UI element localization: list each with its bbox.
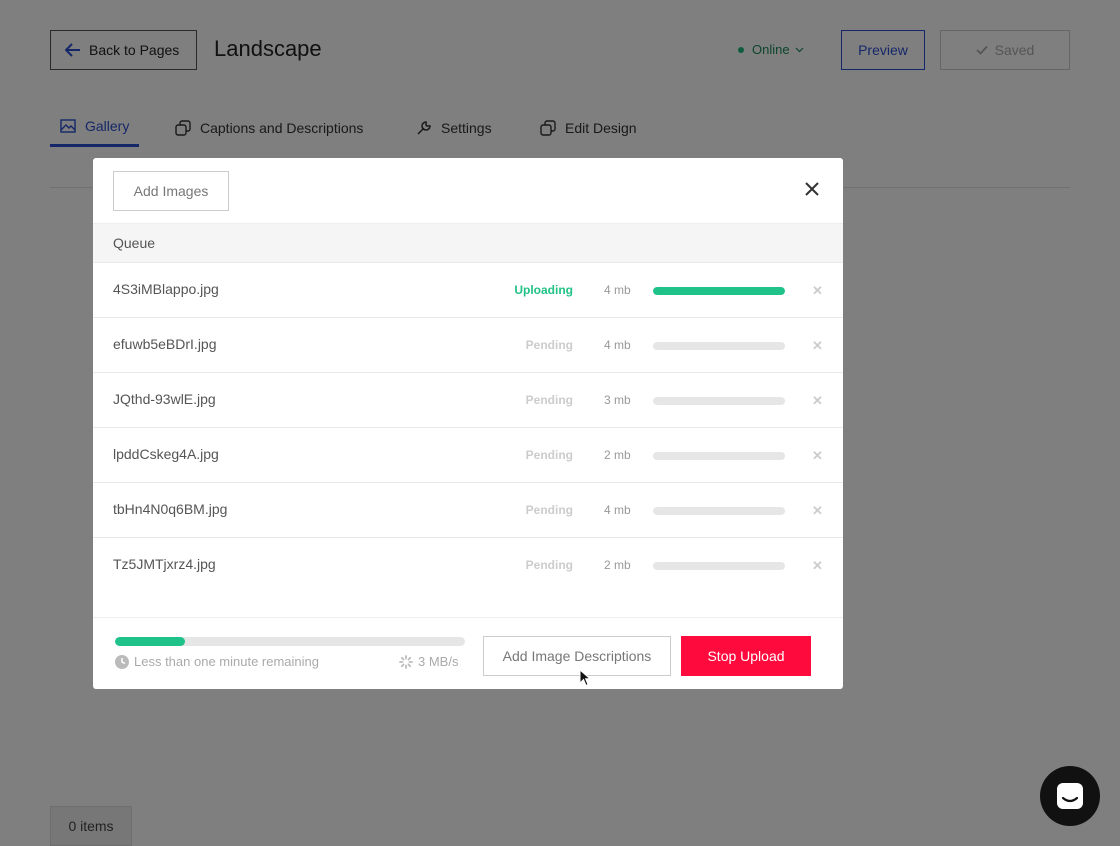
mouse-cursor-icon xyxy=(579,669,591,687)
close-icon[interactable] xyxy=(803,180,821,198)
file-status: Pending xyxy=(525,503,573,517)
chat-icon xyxy=(1057,783,1083,809)
remove-file-icon[interactable]: ✕ xyxy=(812,558,823,574)
file-name: tbHn4N0q6BM.jpg xyxy=(113,501,228,517)
file-status: Uploading xyxy=(514,283,573,297)
upload-speed-label: 3 MB/s xyxy=(418,654,459,669)
spinner-icon xyxy=(399,654,413,669)
remove-file-icon[interactable]: ✕ xyxy=(812,448,823,464)
add-image-descriptions-button[interactable]: Add Image Descriptions xyxy=(483,636,671,676)
queue-row: Tz5JMTjxrz4.jpg Pending 2 mb ✕ xyxy=(93,538,843,593)
file-status: Pending xyxy=(525,338,573,352)
file-progress-bar xyxy=(653,562,785,570)
file-status: Pending xyxy=(525,558,573,572)
file-progress-bar xyxy=(653,452,785,460)
file-size: 4 mb xyxy=(604,338,631,352)
file-progress-bar xyxy=(653,507,785,515)
file-progress-bar xyxy=(653,287,785,295)
file-status: Pending xyxy=(525,448,573,462)
file-size: 3 mb xyxy=(604,393,631,407)
file-name: Tz5JMTjxrz4.jpg xyxy=(113,556,216,572)
queue-row: efuwb5eBDrI.jpg Pending 4 mb ✕ xyxy=(93,318,843,373)
file-size: 4 mb xyxy=(604,503,631,517)
file-progress-bar xyxy=(653,342,785,350)
time-remaining: Less than one minute remaining xyxy=(115,654,319,669)
file-name: JQthd-93wlE.jpg xyxy=(113,391,216,407)
file-name: efuwb5eBDrI.jpg xyxy=(113,336,217,352)
add-images-button[interactable]: Add Images xyxy=(113,171,229,211)
remove-file-icon[interactable]: ✕ xyxy=(812,338,823,354)
queue-row: JQthd-93wlE.jpg Pending 3 mb ✕ xyxy=(93,373,843,428)
queue-header: Queue xyxy=(93,223,843,263)
chat-launcher-button[interactable] xyxy=(1040,766,1100,826)
file-name: 4S3iMBlappo.jpg xyxy=(113,281,219,297)
stop-upload-button[interactable]: Stop Upload xyxy=(681,636,811,676)
file-progress-fill xyxy=(653,287,785,295)
file-name: lpddCskeg4A.jpg xyxy=(113,446,219,462)
queue-row: tbHn4N0q6BM.jpg Pending 4 mb ✕ xyxy=(93,483,843,538)
queue-list: 4S3iMBlappo.jpg Uploading 4 mb ✕ efuwb5e… xyxy=(93,263,843,617)
time-remaining-label: Less than one minute remaining xyxy=(134,654,320,669)
modal-header: Add Images xyxy=(93,158,843,223)
queue-row: lpddCskeg4A.jpg Pending 2 mb ✕ xyxy=(93,428,843,483)
clock-icon xyxy=(115,654,129,669)
remove-file-icon[interactable]: ✕ xyxy=(812,393,823,409)
total-progress-bar xyxy=(115,637,465,646)
total-progress-fill xyxy=(115,637,185,646)
upload-modal: Add Images Queue 4S3iMBlappo.jpg Uploadi… xyxy=(93,158,843,689)
upload-speed: 3 MB/s xyxy=(399,654,458,669)
file-size: 2 mb xyxy=(604,558,631,572)
file-progress-bar xyxy=(653,397,785,405)
file-status: Pending xyxy=(525,393,573,407)
modal-footer: Less than one minute remaining 3 MB/s Ad… xyxy=(93,617,843,689)
queue-row: 4S3iMBlappo.jpg Uploading 4 mb ✕ xyxy=(93,263,843,318)
remove-file-icon[interactable]: ✕ xyxy=(812,503,823,519)
file-size: 4 mb xyxy=(604,283,631,297)
remove-file-icon[interactable]: ✕ xyxy=(812,283,823,299)
file-size: 2 mb xyxy=(604,448,631,462)
